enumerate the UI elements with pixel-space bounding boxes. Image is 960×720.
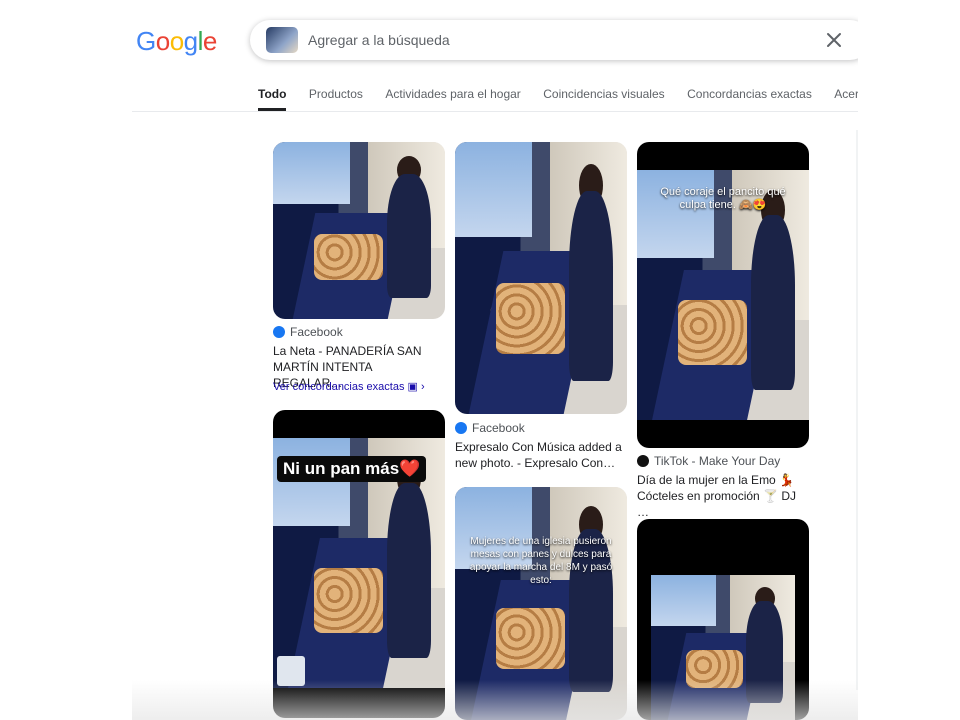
tab-actividades[interactable]: Actividades para el hogar xyxy=(385,78,520,111)
tab-concordancias-exactas[interactable]: Concordancias exactas xyxy=(687,78,812,111)
overlay-caption-5: Mujeres de una iglesia pusieron mesas co… xyxy=(469,536,613,586)
result-source-1[interactable]: Facebook xyxy=(273,325,343,339)
image-icon: ▣ xyxy=(407,381,418,393)
tab-productos[interactable]: Productos xyxy=(309,78,363,111)
exact-matches-link[interactable]: Ver concordancias exactas ▣ › xyxy=(273,380,425,393)
tabs-bar: Todo Productos Actividades para el hogar… xyxy=(258,78,858,112)
bottom-fade xyxy=(132,680,858,720)
overlay-caption-4: Ni un pan más❤️ xyxy=(277,456,427,482)
tab-todo[interactable]: Todo xyxy=(258,78,287,111)
search-bar[interactable]: Agregar a la búsqueda xyxy=(250,20,858,60)
google-logo[interactable]: Google xyxy=(136,26,217,57)
google-lens-results: Google Agregar a la búsqueda Todo Produc… xyxy=(132,0,858,720)
scroll-edge xyxy=(856,130,858,690)
query-image-thumbnail[interactable] xyxy=(266,27,298,53)
chevron-right-icon: › xyxy=(421,381,425,393)
close-icon[interactable] xyxy=(822,28,846,52)
result-title-2[interactable]: Expresalo Con Música added a new photo. … xyxy=(455,439,623,471)
tabs-divider xyxy=(132,111,858,112)
tab-acerca-de[interactable]: Acerca d xyxy=(834,78,858,111)
result-source-3[interactable]: TikTok - Make Your Day xyxy=(637,454,780,468)
tiktok-icon xyxy=(637,455,649,467)
result-image-3[interactable]: Qué coraje el pancito qué culpa tiene. 🙈… xyxy=(637,142,809,448)
overlay-caption-3: Qué coraje el pancito qué culpa tiene. 🙈… xyxy=(660,186,786,211)
result-image-1[interactable] xyxy=(273,142,445,319)
tab-coincidencias-visuales[interactable]: Coincidencias visuales xyxy=(543,78,664,111)
facebook-icon xyxy=(455,422,467,434)
result-title-3[interactable]: Día de la mujer en la Emo 💃 Cócteles en … xyxy=(637,472,805,520)
result-image-2[interactable] xyxy=(455,142,627,414)
result-source-2[interactable]: Facebook xyxy=(455,421,525,435)
facebook-icon xyxy=(273,326,285,338)
result-image-4[interactable]: Ni un pan más❤️ xyxy=(273,410,445,718)
search-placeholder[interactable]: Agregar a la búsqueda xyxy=(308,32,450,48)
